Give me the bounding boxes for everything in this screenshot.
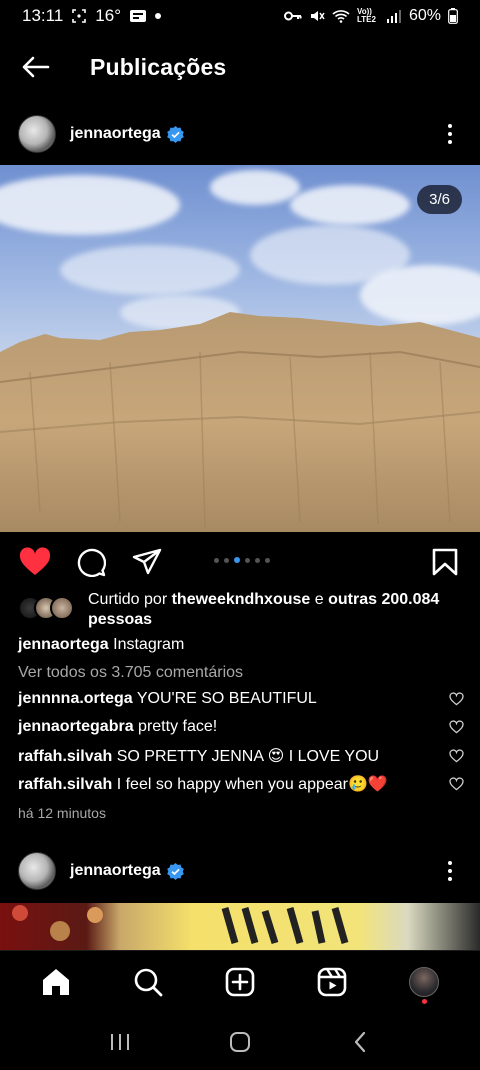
more-vertical-icon — [448, 861, 452, 865]
liker-avatars — [18, 596, 78, 622]
heart-outline-icon — [448, 692, 464, 706]
status-temperature: 16° — [95, 6, 121, 25]
post-header: jennaortega — [0, 109, 480, 159]
comment-item: jennaortegabra pretty face! — [18, 718, 464, 736]
nav-create-button[interactable] — [216, 958, 264, 1006]
view-all-comments-link[interactable]: Ver todos os 3.705 comentários — [18, 664, 243, 682]
carousel-dot — [224, 557, 229, 563]
caption-text: Instagram — [113, 636, 185, 653]
likes-text: Curtido por theweekndhxouse e outras 200… — [88, 591, 440, 628]
search-icon — [134, 968, 163, 996]
more-options-button[interactable] — [438, 119, 462, 149]
post-timestamp: há 12 minutos — [18, 805, 106, 821]
comment-text: YOU'RE SO BEAUTIFUL — [136, 690, 317, 707]
comment-username[interactable]: jennaortegabra — [18, 718, 134, 735]
weather-icon — [129, 8, 147, 24]
notification-dot — [422, 998, 427, 1004]
heart-filled-icon — [19, 547, 51, 575]
comment-text: SO PRETTY JENNA 😍 I LOVE YOU — [116, 748, 380, 765]
comment-username[interactable]: raffah.silvah — [18, 748, 112, 765]
network-label: Vo)) LTE2 — [356, 7, 376, 24]
heart-outline-icon — [448, 720, 464, 734]
add-icon — [225, 967, 255, 996]
post-actions — [0, 540, 480, 584]
bottom-navigation — [0, 950, 480, 1012]
status-time: 13:11 — [22, 6, 64, 25]
post-caption: jennaortega Instagram — [18, 636, 184, 654]
comment-like-button[interactable] — [448, 748, 464, 764]
comment-item: raffah.silvah I feel so happy when you a… — [18, 774, 464, 794]
comment-text: I feel so happy when you appear🥲❤️ — [116, 776, 388, 793]
carousel-dot — [214, 557, 219, 563]
avatar[interactable] — [18, 852, 56, 890]
comment-item: jennnna.ortega YOU'RE SO BEAUTIFUL — [18, 690, 464, 708]
image-counter-badge: 3/6 — [417, 185, 462, 214]
notification-dot-icon — [155, 13, 161, 19]
comment-like-button[interactable] — [448, 776, 464, 792]
header: Publicações — [0, 38, 480, 96]
battery-percent: 60% — [408, 7, 441, 24]
bookmark-icon — [432, 548, 458, 576]
comment-text: pretty face! — [138, 718, 218, 735]
comment-username[interactable]: raffah.silvah — [18, 776, 112, 793]
page-title: Publicações — [90, 53, 227, 80]
post-image[interactable]: 3/6 — [0, 165, 480, 532]
verified-badge-icon — [166, 125, 184, 143]
recents-button[interactable] — [100, 1022, 140, 1062]
comment-bubble-icon — [77, 548, 106, 577]
nav-home-button[interactable] — [32, 958, 80, 1006]
mute-icon — [309, 8, 325, 24]
wifi-icon — [332, 9, 350, 23]
heart-outline-icon — [448, 777, 464, 791]
comment-item: raffah.silvah SO PRETTY JENNA 😍 I LOVE Y… — [18, 746, 464, 766]
carousel-indicator — [214, 557, 270, 563]
profile-avatar — [409, 966, 439, 997]
avatar — [50, 596, 74, 620]
carousel-dot — [245, 557, 250, 563]
back-system-button[interactable] — [340, 1022, 380, 1062]
post-username[interactable]: jennaortega — [70, 125, 161, 143]
screenshot-icon — [71, 8, 87, 24]
comment-button[interactable] — [74, 545, 108, 579]
signal-icon — [386, 9, 402, 23]
key-icon — [283, 10, 302, 22]
like-button[interactable] — [18, 545, 52, 579]
nav-reels-button[interactable] — [308, 958, 356, 1006]
nav-search-button[interactable] — [124, 958, 172, 1006]
carousel-dot — [265, 557, 270, 563]
home-system-button[interactable] — [220, 1022, 260, 1062]
home-icon — [43, 968, 69, 995]
caption-username[interactable]: jennaortega — [18, 636, 109, 653]
comment-like-button[interactable] — [448, 719, 464, 735]
carousel-dot — [255, 557, 260, 563]
post-header: jennaortega — [0, 846, 480, 896]
cliff-illustration — [0, 312, 480, 532]
more-vertical-icon — [448, 124, 452, 128]
system-navigation — [0, 1014, 480, 1070]
post-username[interactable]: jennaortega — [70, 862, 161, 880]
post-image[interactable] — [0, 903, 480, 950]
arrow-left-icon — [22, 56, 50, 78]
home-circle-icon — [230, 1032, 250, 1052]
comment-like-button[interactable] — [448, 691, 464, 707]
status-bar: 13:11 16° Vo)) LTE2 60% — [0, 0, 480, 32]
avatar[interactable] — [18, 115, 56, 153]
nav-profile-button[interactable] — [400, 958, 448, 1006]
share-button[interactable] — [130, 545, 164, 579]
liked-by-username[interactable]: theweekndhxouse — [172, 591, 311, 608]
comment-username[interactable]: jennnna.ortega — [18, 690, 133, 707]
reels-icon — [317, 967, 347, 996]
heart-outline-icon — [448, 749, 464, 763]
battery-icon — [448, 8, 458, 24]
save-button[interactable] — [428, 545, 462, 579]
carousel-dot-active — [234, 557, 240, 563]
more-options-button[interactable] — [438, 856, 462, 886]
recents-icon — [111, 1034, 129, 1050]
back-button[interactable] — [0, 38, 70, 96]
chevron-left-icon — [354, 1031, 366, 1053]
verified-badge-icon — [166, 862, 184, 880]
paper-plane-icon — [132, 548, 162, 575]
next-post-image-art — [12, 905, 349, 945]
likes-summary[interactable]: Curtido por theweekndhxouse e outras 200… — [18, 590, 466, 630]
